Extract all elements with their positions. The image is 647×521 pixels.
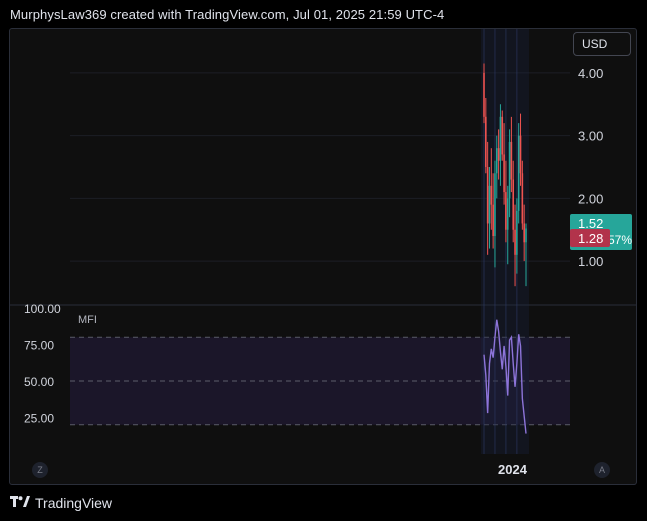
candle-body [499,116,502,161]
candle-body [495,148,498,174]
candle-body [494,173,496,236]
mfi-axis-tick-label: 25.00 [24,412,54,426]
candle-body [488,185,491,224]
auto-scale-button[interactable]: A [594,462,610,478]
time-axis-label: 2024 [498,462,527,477]
price-axis-tick-label: 3.00 [578,129,603,144]
candle-body [510,141,513,180]
candle-body [516,210,518,255]
candle-body [512,179,515,230]
candle-body [505,192,507,230]
mfi-indicator-label[interactable]: MFI [78,314,97,326]
chart-title: MurphysLaw369 created with TradingView.c… [10,6,445,22]
candle-body [525,228,527,243]
footer-branding[interactable]: TradingView [10,493,112,513]
zoom-button[interactable]: Z [32,462,48,478]
candle-body [486,167,489,224]
price-axis-tick-label: 1.00 [578,254,603,269]
candle-body [514,229,516,255]
currency-button[interactable]: USD [573,32,631,56]
chart-frame[interactable]: 4.00 3.00 2.00 1.00 100.00 75.00 50.00 25.00 US… [9,28,637,485]
secondary-price-tag: 1.28 [570,229,610,247]
tradingview-logo-icon [10,495,30,511]
price-axis-tick-label: 2.00 [578,191,603,206]
mfi-axis-tick-label: 100.00 [24,302,61,316]
chart-canvas[interactable]: 4.00 3.00 2.00 1.00 100.00 75.00 50.00 25.00 [10,29,636,484]
mfi-axis-tick-label: 50.00 [24,375,54,389]
candle-body [492,204,494,236]
candle-body [503,154,505,193]
candle-body [501,116,504,155]
candle-body [483,72,485,117]
candle-body [485,116,487,167]
secondary-price-label: 1.28 [578,230,604,246]
candle-body [517,135,520,211]
mfi-axis-tick-label: 75.00 [24,339,54,353]
candle-body [523,223,525,243]
candle-body [521,173,524,224]
price-axis-tick-label: 4.00 [578,66,603,81]
candle-body [506,198,509,230]
candle-body [497,148,500,161]
candle-body [490,185,493,205]
candle-body [508,141,511,199]
candle-body [519,135,522,174]
footer-brand-name: TradingView [35,495,113,511]
